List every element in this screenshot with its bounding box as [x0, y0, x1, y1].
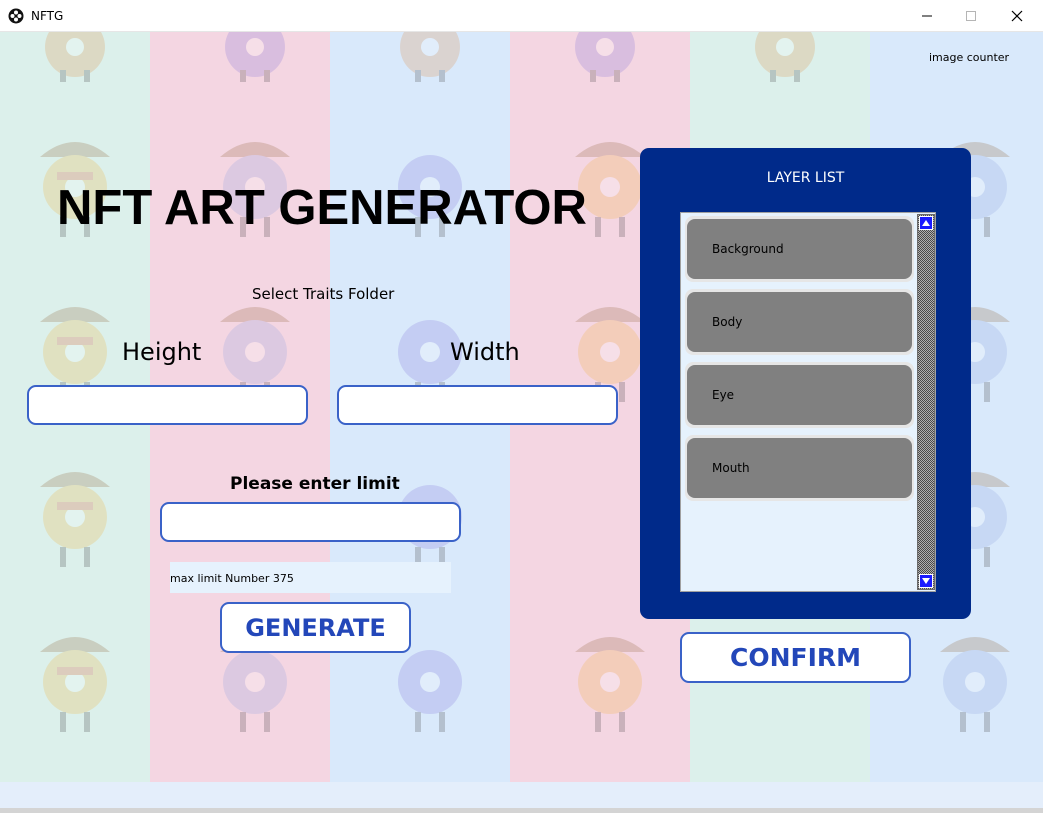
layer-list-title: LAYER LIST — [766, 170, 845, 186]
window-title: NFTG — [31, 9, 64, 23]
scroll-down-button[interactable] — [919, 574, 933, 588]
app-logo-icon — [8, 8, 24, 24]
layer-list: Background Body Eye Mouth — [680, 212, 936, 592]
width-input[interactable] — [337, 385, 618, 425]
height-input[interactable] — [27, 385, 308, 425]
donut-character-watermark — [575, 32, 635, 82]
layer-list-panel: LAYER LIST Background Body Eye Mouth — [640, 148, 971, 619]
image-counter-label: image counter — [929, 51, 1010, 64]
confirm-button[interactable]: CONFIRM — [680, 632, 911, 683]
width-label: Width — [450, 338, 520, 366]
close-button[interactable] — [994, 0, 1040, 32]
minimize-button[interactable] — [904, 0, 950, 32]
scroll-up-icon — [922, 220, 930, 226]
layer-item-background[interactable]: Background — [685, 216, 914, 282]
donut-character-watermark — [45, 32, 105, 82]
scroll-up-button[interactable] — [919, 216, 933, 230]
page-title: NFT ART GENERATOR — [57, 181, 587, 235]
layer-list-scrollbar[interactable] — [917, 214, 935, 590]
window-titlebar: NFTG — [0, 0, 1043, 32]
donut-character-watermark — [400, 32, 460, 82]
select-traits-folder-button[interactable]: Select Traits Folder — [252, 285, 394, 303]
window-bottom-edge — [0, 808, 1043, 813]
scroll-down-icon — [922, 578, 930, 584]
layer-item-body[interactable]: Body — [685, 289, 914, 355]
limit-label: Please enter limit — [230, 474, 400, 494]
bottom-strip — [0, 782, 1043, 808]
donut-character-watermark — [40, 472, 110, 567]
donut-character-watermark — [40, 637, 110, 732]
donut-character-watermark — [755, 32, 815, 82]
maximize-button[interactable] — [948, 0, 994, 32]
minimize-icon — [922, 15, 932, 17]
donut-character-watermark — [940, 637, 1010, 732]
close-icon — [1011, 10, 1023, 22]
layer-item-label: Body — [687, 292, 912, 352]
donut-character-watermark — [575, 637, 645, 732]
layer-item-label: Mouth — [687, 438, 912, 498]
layer-item-eye[interactable]: Eye — [685, 362, 914, 428]
layer-item-mouth[interactable]: Mouth — [685, 435, 914, 501]
layer-item-label: Background — [687, 219, 912, 279]
maximize-icon — [966, 11, 976, 21]
layer-item-label: Eye — [687, 365, 912, 425]
app-background: image counter NFT ART GENERATOR Select T… — [0, 32, 1043, 813]
limit-input[interactable] — [160, 502, 461, 542]
height-label: Height — [122, 338, 202, 366]
max-limit-text: max limit Number 375 — [170, 562, 451, 593]
generate-button[interactable]: GENERATE — [220, 602, 411, 653]
donut-character-watermark — [225, 32, 285, 82]
